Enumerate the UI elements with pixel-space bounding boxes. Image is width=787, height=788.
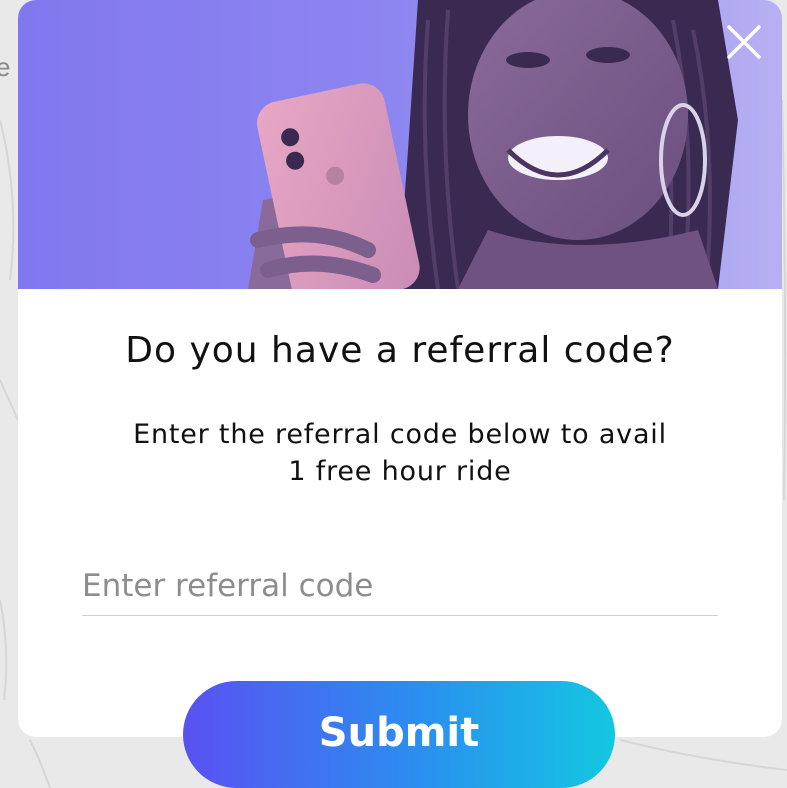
submit-button[interactable]: Submit: [183, 681, 615, 788]
modal-title: Do you have a referral code?: [125, 330, 675, 371]
subtitle-line-2: 1 free hour ride: [288, 456, 512, 487]
modal-subtitle: Enter the referral code below to avail 1…: [18, 416, 782, 490]
background-partial-text: e: [0, 52, 11, 82]
referral-modal: Do you have a referral code? Enter the r…: [18, 0, 782, 737]
referral-code-input[interactable]: [82, 560, 718, 616]
close-button[interactable]: [724, 22, 764, 62]
close-icon: [727, 25, 761, 59]
hero-image: [18, 0, 782, 289]
subtitle-line-1: Enter the referral code below to avail: [133, 419, 667, 450]
